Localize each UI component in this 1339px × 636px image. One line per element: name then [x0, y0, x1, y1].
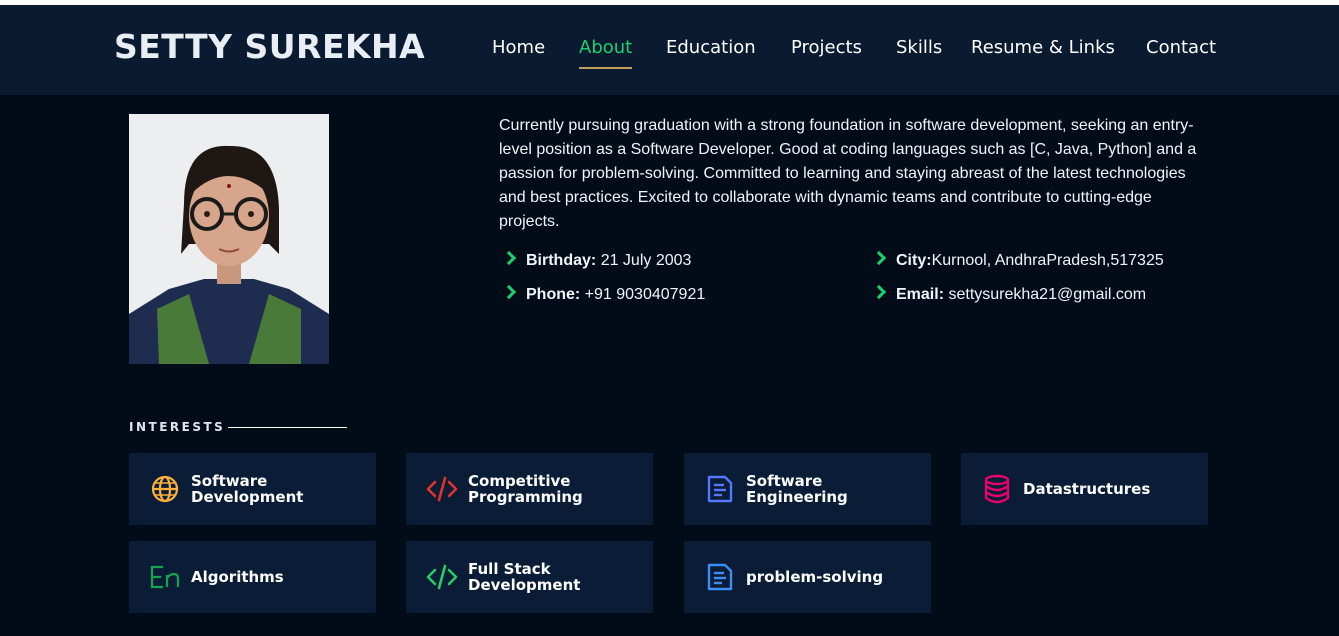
interest-label: Algorithms [191, 568, 284, 586]
document-icon [704, 561, 736, 593]
birthday-label: Birthday: [526, 252, 597, 269]
site-logo[interactable]: SETTY SUREKHA [114, 27, 425, 66]
nav-contact[interactable]: Contact [1146, 37, 1216, 58]
interest-label: Software Engineering [746, 472, 848, 506]
about-paragraph: Currently pursuing graduation with a str… [499, 117, 1197, 230]
interest-card-competitive-programming[interactable]: Competitive Programming [406, 453, 653, 525]
interest-label: problem-solving [746, 568, 884, 586]
city-row: City:Kurnool, AndhraPradesh,517325 [871, 250, 1164, 270]
interests-title: INTERESTS [129, 420, 226, 434]
interest-label: Datastructures [1023, 480, 1151, 498]
chevron-right-icon [501, 284, 517, 300]
email-row: Email: settysurekha21@gmail.com [871, 284, 1147, 304]
interest-label: Software Development [191, 472, 304, 506]
birthday-value: 21 July 2003 [600, 252, 692, 269]
city-label: City: [896, 252, 932, 269]
interest-card-software-development[interactable]: Software Development [129, 453, 376, 525]
profile-photo [129, 114, 329, 364]
nav-skills[interactable]: Skills [896, 37, 942, 58]
language-icon [149, 561, 181, 593]
nav-home[interactable]: Home [492, 37, 545, 58]
chevron-right-icon [871, 284, 887, 300]
interest-card-software-engineering[interactable]: Software Engineering [684, 453, 931, 525]
interest-card-datastructures[interactable]: Datastructures [961, 453, 1208, 525]
database-icon [981, 473, 1013, 505]
interest-card-problem-solving[interactable]: problem-solving [684, 541, 931, 613]
chevron-right-icon [501, 250, 517, 266]
nav-education[interactable]: Education [666, 37, 756, 58]
document-icon [704, 473, 736, 505]
email-label: Email: [896, 286, 945, 303]
code-icon [426, 473, 458, 505]
phone-value: +91 9030407921 [584, 286, 706, 303]
chevron-right-icon [871, 250, 887, 266]
birthday-row: Birthday: 21 July 2003 [501, 250, 692, 270]
site-header: SETTY SUREKHA Home About Education Proje… [0, 5, 1339, 95]
code-icon [426, 561, 458, 593]
nav-projects[interactable]: Projects [791, 37, 862, 58]
nav-about[interactable]: About [579, 37, 633, 69]
interests-divider [228, 427, 347, 428]
globe-icon [149, 473, 181, 505]
email-value: settysurekha21@gmail.com [948, 286, 1147, 303]
nav-resume-links[interactable]: Resume & Links [971, 37, 1115, 58]
interest-card-full-stack-development[interactable]: Full Stack Development [406, 541, 653, 613]
phone-row: Phone: +91 9030407921 [501, 284, 706, 304]
phone-label: Phone: [526, 286, 581, 303]
interest-label: Competitive Programming [468, 472, 583, 506]
interest-card-algorithms[interactable]: Algorithms [129, 541, 376, 613]
interest-label: Full Stack Development [468, 560, 581, 594]
city-value: Kurnool, AndhraPradesh,517325 [931, 252, 1164, 269]
